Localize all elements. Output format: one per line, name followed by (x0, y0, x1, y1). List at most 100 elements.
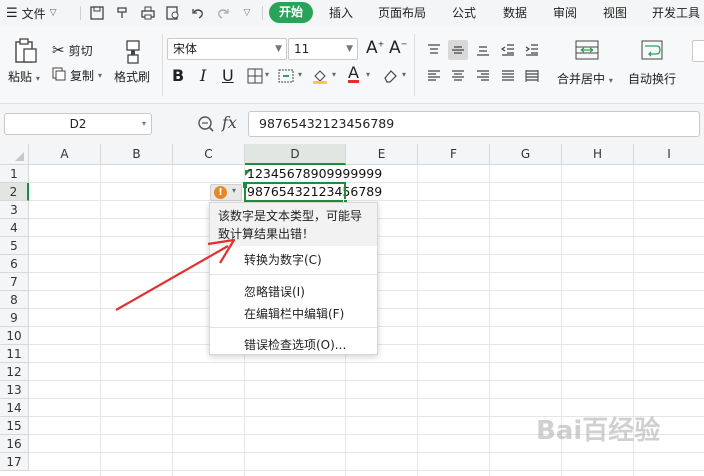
error-warning-button[interactable]: ! ▾ (210, 184, 242, 201)
tab-home[interactable]: 开始 (269, 2, 313, 23)
tab-page-layout[interactable]: 页面布局 (378, 4, 426, 22)
tab-formulas[interactable]: 公式 (452, 4, 476, 22)
cell-d1[interactable]: 12345678909999999 (247, 165, 382, 183)
merge-center-button[interactable]: 合并居中 ▾ (557, 70, 613, 87)
align-middle-icon[interactable] (448, 40, 468, 60)
customize-dropdown-icon[interactable]: ▽ (238, 4, 256, 22)
chevron-down-icon[interactable]: ▾ (298, 70, 302, 79)
menu-item-error-checking-options[interactable]: 错误检查选项(O)... (244, 336, 346, 353)
paste-button[interactable]: 粘贴 ▾ (8, 68, 40, 85)
row-header-6[interactable]: 6 (0, 255, 29, 273)
row-header-3[interactable]: 3 (0, 201, 29, 219)
column-header-f[interactable]: F (418, 144, 490, 165)
menu-item-convert-to-number[interactable]: 转换为数字(C) (244, 251, 322, 268)
font-color-button[interactable]: A (348, 63, 359, 82)
print-icon[interactable] (139, 4, 157, 22)
row-header-7[interactable]: 7 (0, 273, 29, 291)
column-header-d[interactable]: D (245, 144, 346, 165)
italic-button[interactable]: I (200, 66, 206, 85)
divider (80, 6, 81, 20)
justify-icon[interactable] (498, 66, 518, 86)
align-top-icon[interactable] (424, 40, 444, 60)
divider (414, 34, 415, 96)
number-format-select[interactable] (692, 40, 704, 62)
redo-icon[interactable] (214, 4, 232, 22)
indent-decrease-icon[interactable] (498, 40, 518, 60)
align-right-icon[interactable] (473, 66, 493, 86)
distributed-align-icon[interactable] (522, 66, 542, 86)
merge-format-icon[interactable] (276, 66, 296, 86)
row-header-8[interactable]: 8 (0, 291, 29, 309)
chevron-down-icon: ▼ (346, 44, 353, 54)
column-header-b[interactable]: B (101, 144, 173, 165)
column-header-i[interactable]: I (634, 144, 704, 165)
font-decrease-button[interactable]: A− (389, 38, 407, 58)
format-painter-label[interactable]: 格式刷 (114, 68, 150, 85)
row-header-14[interactable]: 14 (0, 399, 29, 417)
file-menu[interactable]: ☰ 文件 ▽ (6, 4, 57, 22)
name-box[interactable]: D2 ▾ (4, 113, 152, 135)
cut-button[interactable]: ✂ 剪切 (52, 41, 93, 59)
row-header-15[interactable]: 15 (0, 417, 29, 435)
warning-icon: ! (214, 186, 227, 199)
wrap-text-label[interactable]: 自动换行 (628, 70, 676, 87)
border-icon[interactable] (245, 66, 265, 86)
tab-data[interactable]: 数据 (503, 4, 527, 22)
print-preview-icon[interactable] (164, 4, 182, 22)
zoom-search-icon[interactable] (197, 115, 215, 133)
row-header-10[interactable]: 10 (0, 327, 29, 345)
menu-item-edit-in-formula-bar[interactable]: 在编辑栏中编辑(F) (244, 305, 344, 322)
row-header-4[interactable]: 4 (0, 219, 29, 237)
chevron-down-icon[interactable]: ▾ (265, 70, 269, 79)
column-header-c[interactable]: C (173, 144, 245, 165)
fill-color-icon[interactable] (310, 66, 330, 86)
tab-review[interactable]: 审阅 (553, 4, 577, 22)
undo-icon[interactable] (189, 4, 207, 22)
grid-line (29, 380, 704, 381)
bold-button[interactable]: B (172, 66, 184, 85)
tab-developer[interactable]: 开发工具 (652, 4, 700, 22)
save-icon[interactable] (88, 4, 106, 22)
row-header-11[interactable]: 11 (0, 345, 29, 363)
tab-view[interactable]: 视图 (603, 4, 627, 22)
column-header-a[interactable]: A (29, 144, 101, 165)
brush-icon[interactable] (122, 40, 144, 64)
column-header-g[interactable]: G (490, 144, 562, 165)
row-header-16[interactable]: 16 (0, 435, 29, 453)
formula-input[interactable]: 98765432123456789 (248, 111, 700, 137)
paste-icon[interactable] (12, 38, 38, 64)
row-header-12[interactable]: 12 (0, 363, 29, 381)
select-all-corner[interactable] (0, 144, 29, 165)
row-header-17[interactable]: 17 (0, 453, 29, 471)
copy-button[interactable]: 复制 ▾ (52, 67, 102, 84)
row-header-2[interactable]: 2 (0, 183, 29, 201)
row-header-13[interactable]: 13 (0, 381, 29, 399)
font-name-select[interactable]: 宋体 ▼ (167, 38, 287, 60)
merge-center-icon[interactable] (575, 40, 599, 60)
underline-button[interactable]: U (222, 66, 234, 85)
font-increase-label: A (366, 38, 378, 58)
wrap-text-icon[interactable] (641, 40, 663, 60)
fx-icon[interactable]: fx (222, 113, 237, 132)
font-increase-button[interactable]: A+ (366, 38, 384, 58)
font-size-select[interactable]: 11 ▼ (288, 38, 358, 60)
align-center-icon[interactable] (448, 66, 468, 86)
menu-item-ignore-error[interactable]: 忽略错误(I) (244, 283, 305, 300)
tab-insert[interactable]: 插入 (329, 4, 353, 22)
eraser-icon[interactable] (380, 66, 400, 86)
chevron-down-icon[interactable]: ▾ (366, 70, 370, 79)
row-header-1[interactable]: 1 (0, 165, 29, 183)
grid-line (100, 165, 101, 476)
column-header-h[interactable]: H (562, 144, 634, 165)
font-name-value: 宋体 (173, 42, 198, 56)
align-left-icon[interactable] (424, 66, 444, 86)
format-painter-icon[interactable] (113, 4, 131, 22)
row-header-9[interactable]: 9 (0, 309, 29, 327)
row-header-5[interactable]: 5 (0, 237, 29, 255)
chevron-down-icon[interactable]: ▾ (402, 70, 406, 79)
column-header-e[interactable]: E (346, 144, 418, 165)
align-bottom-icon[interactable] (473, 40, 493, 60)
indent-increase-icon[interactable] (522, 40, 542, 60)
chevron-down-icon: ▾ (35, 74, 40, 83)
chevron-down-icon[interactable]: ▾ (332, 70, 336, 79)
